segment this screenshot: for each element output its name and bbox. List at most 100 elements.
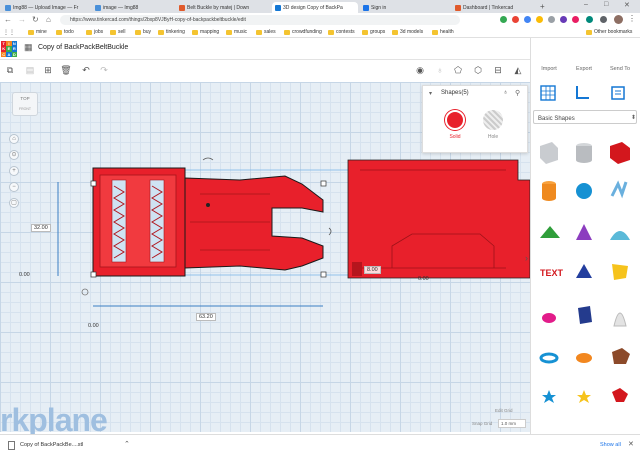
width-dimension-value[interactable]: 63.20 <box>196 313 216 321</box>
half-sphere-shape[interactable] <box>612 264 628 280</box>
back-icon[interactable]: ← <box>4 15 12 24</box>
profile-avatar[interactable] <box>614 15 623 24</box>
roof-shape[interactable] <box>540 226 560 238</box>
x-offset-value[interactable]: 0.00 <box>88 323 99 329</box>
resize-handle[interactable] <box>90 271 97 278</box>
browser-tab[interactable]: Img88 — Upload Image — Fr <box>2 2 90 13</box>
bookmark-folder[interactable]: jobs <box>86 29 103 35</box>
home-view-icon[interactable]: ⌂ <box>9 134 19 144</box>
y-offset-value[interactable]: 0.00 <box>19 272 30 278</box>
snap-grid-select[interactable]: 1.0 mm <box>498 419 526 428</box>
light-bulb-icon[interactable]: ♁ <box>434 64 446 76</box>
star-shape[interactable] <box>542 390 556 403</box>
new-tab-icon[interactable]: + <box>540 2 545 11</box>
mirror-icon[interactable]: ◭ <box>512 64 524 76</box>
browser-tab[interactable]: Sign in <box>360 2 450 13</box>
cylinder-hole-shape[interactable] <box>576 143 592 163</box>
home-icon[interactable]: ⌂ <box>46 15 51 24</box>
redo-icon[interactable]: ↷ <box>98 64 110 76</box>
forward-icon[interactable]: → <box>18 15 26 24</box>
extension-icon[interactable] <box>560 16 567 23</box>
extension-icon[interactable] <box>548 16 555 23</box>
hole-button[interactable] <box>483 110 503 130</box>
design-title[interactable]: Copy of BackPackBeltBuckle <box>38 44 128 51</box>
fit-view-icon[interactable]: ⊙ <box>9 150 19 160</box>
rotate-handle-icon[interactable] <box>328 227 332 236</box>
design-grid-icon[interactable]: ▦ <box>24 42 33 53</box>
ortho-view-icon[interactable]: ▢ <box>9 198 19 208</box>
extension-icon[interactable] <box>500 16 507 23</box>
bookmark-folder[interactable]: sell <box>110 29 126 35</box>
send-to-button[interactable]: Send To <box>605 66 635 72</box>
zoom-in-icon[interactable]: + <box>9 166 19 176</box>
text-shape[interactable]: TEXT <box>540 268 564 278</box>
extension-icon[interactable] <box>572 16 579 23</box>
url-input[interactable]: https://www.tinkercad.com/things/2bxp8VJ… <box>60 15 460 25</box>
bookmark-folder[interactable]: music <box>226 29 247 35</box>
bookmark-folder[interactable]: groups <box>362 29 385 35</box>
copy-icon[interactable]: ⧉ <box>4 64 16 76</box>
other-bookmarks[interactable]: Other bookmarks <box>586 29 632 35</box>
strap-anchor-shape[interactable] <box>347 159 530 279</box>
diamond-shape[interactable] <box>612 388 628 402</box>
paste-icon[interactable]: ▤ <box>24 64 36 76</box>
torus-shape[interactable] <box>539 352 559 364</box>
bookmark-folder[interactable]: buy <box>135 29 151 35</box>
camera-icon[interactable]: ◉ <box>414 64 426 76</box>
close-downloads-icon[interactable]: ✕ <box>628 440 634 448</box>
browser-tab-active[interactable]: 3D design Copy of BackPa <box>272 2 358 13</box>
heart-shape[interactable] <box>577 390 591 403</box>
cylinder-shape[interactable] <box>542 181 556 201</box>
delete-icon[interactable]: 🗑 <box>60 64 72 76</box>
ungroup-icon[interactable]: ⬡ <box>472 64 484 76</box>
height-dimension-value[interactable]: 32.00 <box>31 224 51 232</box>
show-all-downloads[interactable]: Show all <box>600 442 621 448</box>
box-shape[interactable] <box>610 142 630 164</box>
browser-tab[interactable]: Dashboard | Tinkercad <box>452 2 536 13</box>
resize-handle[interactable] <box>320 271 327 278</box>
scribble-shape[interactable] <box>610 180 628 199</box>
collapse-icon[interactable]: ▾ <box>429 90 432 97</box>
group-icon[interactable]: ⬠ <box>452 64 464 76</box>
align-icon[interactable]: ⊟ <box>492 64 504 76</box>
extension-icon[interactable] <box>524 16 531 23</box>
resize-handle[interactable] <box>320 180 327 187</box>
bookmark-folder[interactable]: health <box>432 29 454 35</box>
ruler-tool-icon[interactable] <box>573 84 591 102</box>
buckle-prongs-shape[interactable] <box>184 175 324 271</box>
collapse-panel-icon[interactable]: › <box>525 253 528 263</box>
browser-tab[interactable]: image — Img88 <box>92 2 174 13</box>
bookmark-folder[interactable]: mapping <box>192 29 219 35</box>
bookmark-folder[interactable]: todo <box>56 29 74 35</box>
duplicate-icon[interactable]: ⊞ <box>42 64 54 76</box>
extension-icon[interactable] <box>536 16 543 23</box>
icosahedron-shape[interactable] <box>612 348 630 364</box>
tinkercad-logo[interactable]: TIN KER CAD <box>1 41 17 57</box>
reload-icon[interactable]: ↻ <box>32 15 39 24</box>
lock-icon[interactable]: ⚲ <box>515 89 520 97</box>
import-button[interactable]: Import <box>535 66 563 72</box>
sphere-shape[interactable] <box>576 183 592 199</box>
ruler-icon[interactable] <box>81 288 89 296</box>
extension-icon[interactable] <box>512 16 519 23</box>
round-roof-shape[interactable] <box>610 231 630 240</box>
extension-icon[interactable] <box>586 16 593 23</box>
notes-tool-icon[interactable] <box>609 84 627 102</box>
browser-tab[interactable]: Belt Buckle by matej | Down <box>176 2 270 13</box>
close-window-icon[interactable]: ✕ <box>624 1 630 9</box>
export-button[interactable]: Export <box>569 66 599 72</box>
bookmark-folder[interactable]: 3d models <box>392 29 423 35</box>
elevation-value[interactable]: 8.00 <box>364 266 381 274</box>
maximize-icon[interactable]: □ <box>604 1 608 8</box>
apps-icon[interactable]: ⋮⋮ <box>3 29 15 36</box>
pyramid-shape[interactable] <box>576 264 592 278</box>
browser-menu-icon[interactable]: ⋮ <box>628 14 636 23</box>
edit-grid-button[interactable]: Edit Grid <box>495 408 513 413</box>
minimize-icon[interactable]: – <box>584 1 588 8</box>
polygon-shape[interactable] <box>576 353 592 363</box>
rotate-handle-icon[interactable] <box>202 157 214 161</box>
box-hole-shape[interactable] <box>540 142 558 164</box>
offset-value[interactable]: 0.00 <box>418 276 429 282</box>
bookmark-folder[interactable]: sales <box>256 29 276 35</box>
download-options-icon[interactable]: ⌃ <box>124 440 130 448</box>
